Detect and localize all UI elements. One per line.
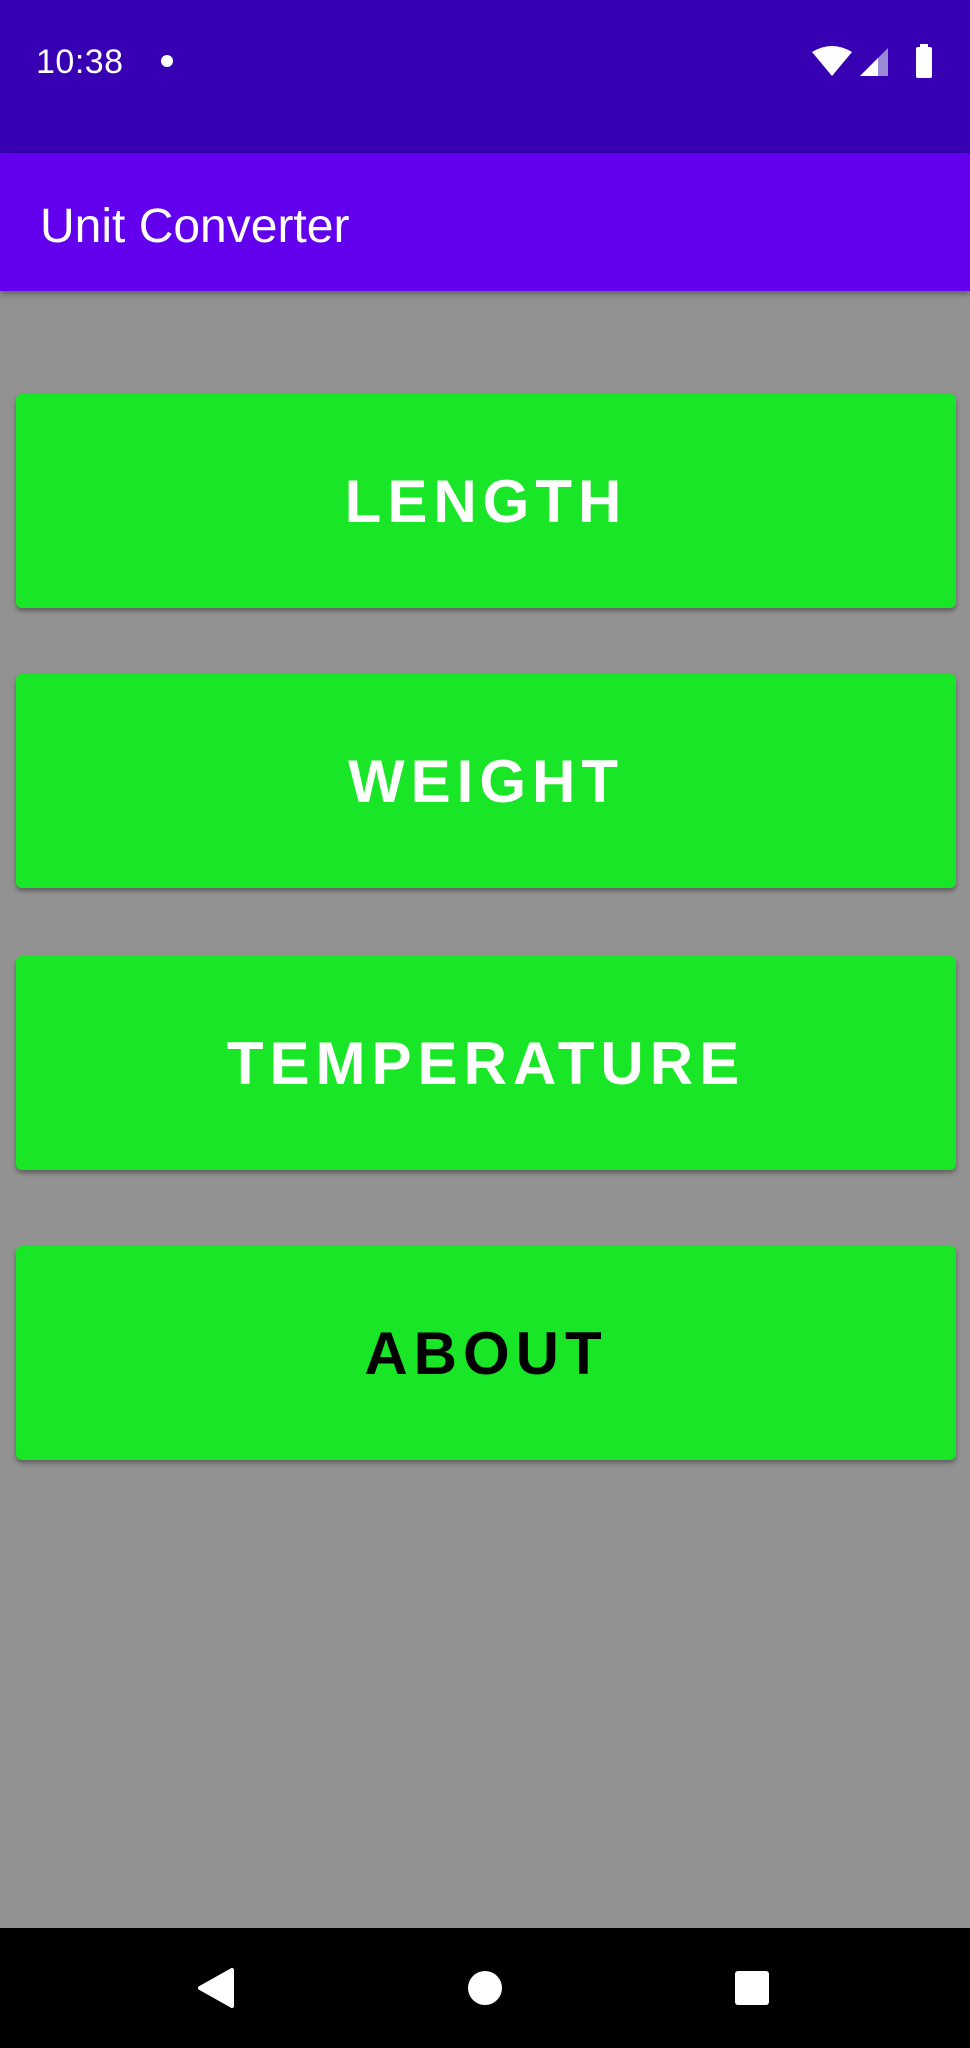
main-content: LENGTH WEIGHT TEMPERATURE ABOUT	[0, 291, 970, 1928]
status-bar: 10:38	[0, 0, 970, 153]
battery-icon	[916, 44, 932, 78]
status-time: 10:38	[36, 43, 124, 81]
wifi-icon	[812, 46, 852, 76]
home-icon	[468, 1971, 502, 2005]
weight-button[interactable]: WEIGHT	[16, 674, 956, 888]
length-button[interactable]: LENGTH	[16, 394, 956, 608]
recents-button[interactable]	[692, 1928, 812, 2048]
temperature-button[interactable]: TEMPERATURE	[16, 956, 956, 1170]
back-icon	[198, 1968, 234, 2008]
back-button[interactable]	[156, 1928, 276, 2048]
cell-signal-icon	[860, 48, 888, 76]
about-button[interactable]: ABOUT	[16, 1246, 956, 1460]
app-title: Unit Converter	[40, 200, 350, 253]
navigation-bar	[0, 1928, 970, 2048]
notification-dot-icon	[161, 55, 173, 67]
recents-icon	[735, 1971, 769, 2005]
app-bar: Unit Converter	[0, 153, 970, 291]
home-button[interactable]	[425, 1928, 545, 2048]
status-icons	[812, 44, 936, 78]
